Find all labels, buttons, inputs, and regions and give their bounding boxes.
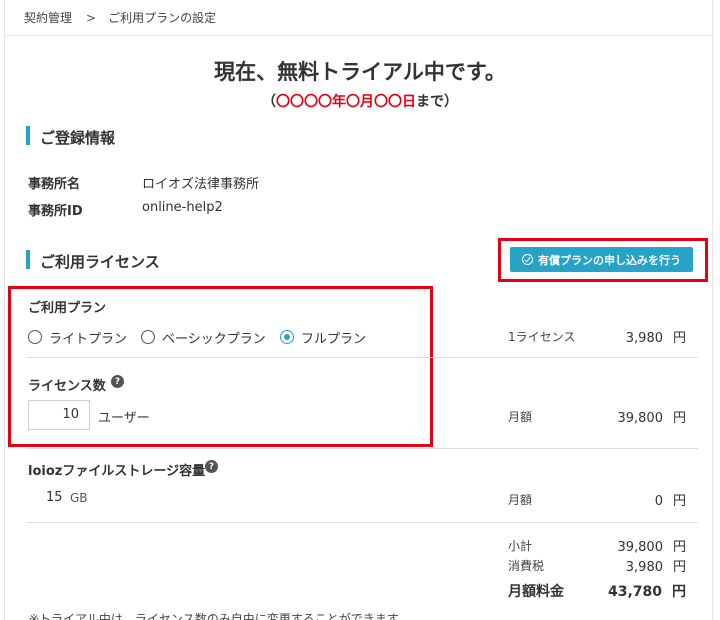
office-name-value: ロイオズ法律事務所: [142, 177, 260, 192]
license-monthly-value: 39,800: [617, 411, 663, 426]
storage-monthly-label: 月額: [508, 493, 533, 507]
radio-full-plan[interactable]: [280, 330, 294, 344]
subtotal-value: 39,800: [617, 540, 663, 555]
breadcrumb-root-link[interactable]: 契約管理: [24, 11, 72, 25]
trial-paren-close: まで）: [416, 94, 458, 110]
storage-monthly-value: 0: [654, 494, 663, 509]
license-monthly: 39,800 円: [566, 407, 686, 426]
registration-section-title: ご登録情報: [40, 129, 116, 147]
license-count-unit: ユーザー: [98, 411, 150, 426]
currency-label: 円: [672, 331, 686, 346]
currency-label: 円: [672, 560, 686, 575]
license-section-title: ご利用ライセンス: [40, 253, 160, 271]
currency-label: 円: [672, 494, 686, 509]
trial-paren-open: （: [262, 94, 276, 110]
trial-footnote: ※トライアル中は、ライセンス数のみ自由に変更することができます。: [29, 612, 410, 620]
currency-label: 円: [672, 540, 686, 555]
tax-label: 消費税: [508, 559, 545, 573]
license-count-label: ライセンス数: [28, 379, 106, 394]
total-value: 43,780: [607, 584, 662, 600]
unit-price: 3,980 円: [566, 327, 686, 346]
help-icon[interactable]: ?: [111, 375, 124, 388]
monthly-label: 月額: [508, 410, 533, 424]
license-count-input[interactable]: 10: [28, 400, 90, 430]
light-plan-label[interactable]: ライトプラン: [49, 328, 127, 347]
currency-label: 円: [672, 584, 686, 600]
trial-end-date: 〇〇〇〇年〇月〇〇日: [276, 94, 416, 110]
office-id-label: 事務所ID: [28, 204, 83, 219]
radio-light-plan[interactable]: [28, 330, 42, 344]
trial-end-notice: （〇〇〇〇年〇月〇〇日まで）: [0, 91, 720, 111]
total-label: 月額料金: [508, 584, 564, 600]
breadcrumb-divider: [5, 35, 712, 36]
subtotal-label: 小計: [508, 539, 533, 553]
full-plan-label[interactable]: フルプラン: [301, 328, 366, 347]
section-accent-bar: [26, 126, 30, 145]
storage-unit: GB: [70, 491, 88, 505]
breadcrumb-separator: >: [86, 11, 97, 25]
row-divider: [26, 357, 698, 358]
currency-label: 円: [672, 411, 686, 426]
office-name-label: 事務所名: [28, 177, 81, 192]
breadcrumb: 契約管理 > ご利用プランの設定: [24, 9, 216, 26]
tax-value: 3,980: [625, 560, 663, 575]
office-id-value: online-help2: [142, 200, 223, 215]
tax: 3,980 円: [566, 556, 686, 575]
basic-plan-label[interactable]: ベーシックプラン: [162, 328, 266, 347]
row-divider: [26, 448, 698, 449]
breadcrumb-current: ご利用プランの設定: [108, 11, 217, 25]
footnote-strip: ※トライアル中は、ライセンス数のみ自由に変更することができます。: [5, 606, 712, 620]
page-title: 現在、無料トライアル中です。: [214, 60, 506, 84]
section-accent-bar: [26, 250, 30, 269]
apply-paid-plan-button[interactable]: 有償プランの申し込みを行う: [510, 247, 693, 272]
apply-paid-plan-label: 有償プランの申し込みを行う: [538, 253, 681, 267]
row-divider: [26, 522, 698, 523]
storage-value: 15: [46, 490, 63, 505]
subtotal: 39,800 円: [566, 536, 686, 555]
total: 43,780 円: [566, 581, 686, 601]
storage-label: loiozファイルストレージ容量: [28, 464, 206, 479]
storage-monthly: 0円: [566, 490, 686, 509]
unit-price-value: 3,980: [625, 331, 663, 346]
radio-basic-plan[interactable]: [141, 330, 155, 344]
check-circle-icon: [522, 254, 533, 265]
plan-label: ご利用プラン: [28, 301, 107, 316]
help-icon[interactable]: ?: [205, 460, 218, 473]
